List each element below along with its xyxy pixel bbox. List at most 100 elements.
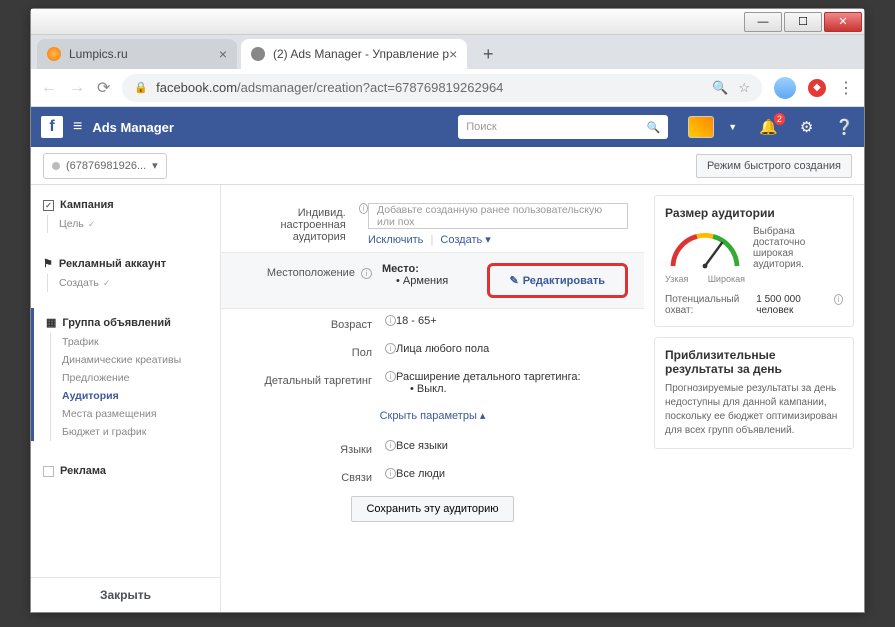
panel-title: Приблизительные результаты за день bbox=[665, 348, 843, 376]
info-icon[interactable]: i bbox=[834, 294, 843, 305]
chevron-down-icon[interactable]: ▼ bbox=[728, 122, 737, 132]
checkbox-icon: ✓ bbox=[43, 200, 54, 211]
favicon-icon bbox=[251, 47, 265, 61]
search-in-url-icon[interactable]: 🔍 bbox=[712, 80, 728, 96]
nav-section-ad[interactable]: . Реклама bbox=[31, 457, 220, 481]
tab-title: Lumpics.ru bbox=[69, 47, 128, 61]
help-icon[interactable]: ❔ bbox=[835, 118, 854, 136]
nav-item-goal[interactable]: Цель bbox=[31, 215, 220, 233]
browser-window: — ☐ ✕ Lumpics.ru × (2) Ads Manager - Упр… bbox=[30, 8, 865, 613]
audience-desc: Выбрана достаточно широкая аудитория. bbox=[753, 226, 843, 284]
nav-item-offer[interactable]: Предложение bbox=[34, 369, 220, 387]
info-icon[interactable]: i bbox=[385, 315, 396, 326]
label-age: Возраст bbox=[237, 315, 382, 331]
nav-forward-icon[interactable]: → bbox=[69, 79, 85, 97]
hamburger-icon[interactable]: ≡ bbox=[73, 118, 82, 136]
audience-size-panel: Размер аудитории bbox=[654, 195, 854, 327]
account-selector[interactable]: (67876981926... ▾ bbox=[43, 153, 167, 179]
search-placeholder: Поиск bbox=[466, 121, 496, 133]
info-icon[interactable]: i bbox=[385, 468, 396, 479]
gear-icon[interactable]: ⚙ bbox=[800, 118, 813, 136]
grid-icon: ▦ bbox=[46, 316, 56, 329]
close-button[interactable]: Закрыть bbox=[31, 577, 220, 612]
status-dot-icon bbox=[52, 162, 60, 170]
row-custom-audience: Индивид. настроенная аудитория i Добавьт… bbox=[221, 197, 644, 252]
account-label: (67876981926... bbox=[66, 160, 146, 172]
profile-avatar-icon[interactable] bbox=[774, 77, 796, 99]
quick-creation-button[interactable]: Режим быстрого создания bbox=[696, 154, 852, 178]
pencil-icon: ✎ bbox=[510, 274, 519, 287]
value-connections: Все люди bbox=[396, 468, 628, 480]
info-icon[interactable]: i bbox=[385, 343, 396, 354]
window-maximize-button[interactable]: ☐ bbox=[784, 12, 822, 32]
nav-section-ad-account[interactable]: ⚑ Рекламный аккаунт bbox=[31, 249, 220, 274]
custom-audience-input[interactable]: Добавьте созданную ранее пользовательску… bbox=[368, 203, 628, 229]
browser-tab[interactable]: Lumpics.ru × bbox=[37, 39, 237, 69]
exclude-link[interactable]: Исключить bbox=[368, 234, 423, 246]
window-titlebar: — ☐ ✕ bbox=[31, 9, 864, 35]
label-detailed: Детальный таргетинг bbox=[237, 371, 382, 387]
fb-header: f ≡ Ads Manager Поиск 🔍 ▼ 🔔2 ⚙ ❔ bbox=[31, 107, 864, 147]
nav-reload-icon[interactable]: ⟳ bbox=[97, 78, 110, 98]
nav-item-dynamic[interactable]: Динамические креативы bbox=[34, 351, 220, 369]
gauge-icon bbox=[665, 230, 745, 270]
account-picture[interactable] bbox=[688, 116, 714, 138]
create-link[interactable]: Создать ▾ bbox=[440, 234, 490, 246]
save-audience-button[interactable]: Сохранить эту аудиторию bbox=[351, 496, 513, 522]
info-icon[interactable]: i bbox=[385, 371, 396, 382]
checkbox-icon: . bbox=[43, 466, 54, 477]
label-connections: Связи bbox=[237, 468, 382, 484]
nav-item-audience[interactable]: Аудитория bbox=[34, 387, 220, 405]
browser-tab-active[interactable]: (2) Ads Manager - Управление р × bbox=[241, 39, 467, 69]
panel-title: Размер аудитории bbox=[665, 206, 843, 220]
nav-item-traffic[interactable]: Трафик bbox=[34, 333, 220, 351]
sub-header: (67876981926... ▾ Режим быстрого создани… bbox=[31, 147, 864, 185]
info-icon[interactable]: i bbox=[361, 268, 372, 279]
new-tab-button[interactable]: + bbox=[475, 41, 501, 67]
nav-section-campaign[interactable]: ✓ Кампания bbox=[31, 191, 220, 215]
left-nav: ✓ Кампания Цель ⚑ Рекламный аккаунт Созд… bbox=[31, 185, 221, 612]
nav-item-budget[interactable]: Бюджет и график bbox=[34, 423, 220, 441]
label-location: Местоположение i bbox=[237, 263, 382, 279]
nav-back-icon[interactable]: ← bbox=[41, 79, 57, 97]
star-icon[interactable]: ☆ bbox=[738, 80, 750, 96]
detailed-title: Расширение детального таргетинга: bbox=[396, 371, 628, 383]
row-gender: Пол i Лица любого пола bbox=[221, 337, 644, 365]
row-connections: Связи i Все люди bbox=[221, 462, 644, 490]
row-languages: Языки i Все языки bbox=[221, 434, 644, 462]
info-icon[interactable]: i bbox=[385, 440, 396, 451]
window-minimize-button[interactable]: — bbox=[744, 12, 782, 32]
audience-links: Исключить | Создать ▾ bbox=[368, 233, 628, 246]
browser-tab-strip: Lumpics.ru × (2) Ads Manager - Управлени… bbox=[31, 35, 864, 69]
extension-icon[interactable]: ◆ bbox=[808, 79, 826, 97]
flag-icon: ⚑ bbox=[43, 257, 53, 270]
hide-params-link[interactable]: Скрыть параметры ▴ bbox=[221, 401, 644, 434]
tab-close-icon[interactable]: × bbox=[449, 46, 457, 62]
row-age: Возраст i 18 - 65+ bbox=[221, 309, 644, 337]
info-icon[interactable]: i bbox=[359, 203, 368, 214]
right-column: Размер аудитории bbox=[644, 185, 864, 612]
label-custom-audience: Индивид. настроенная аудитория bbox=[237, 203, 356, 243]
nav-item-create[interactable]: Создать bbox=[31, 274, 220, 292]
bell-icon[interactable]: 🔔2 bbox=[759, 118, 778, 136]
fb-search-input[interactable]: Поиск 🔍 bbox=[458, 115, 668, 139]
value-gender: Лица любого пола bbox=[396, 343, 628, 355]
url-text: facebook.com/adsmanager/creation?act=678… bbox=[156, 80, 503, 95]
notification-badge: 2 bbox=[774, 113, 785, 125]
label-languages: Языки bbox=[237, 440, 382, 456]
tab-close-icon[interactable]: × bbox=[219, 46, 227, 62]
app-title: Ads Manager bbox=[92, 120, 174, 135]
menu-icon[interactable]: ⋮ bbox=[838, 78, 854, 98]
fb-logo-icon[interactable]: f bbox=[41, 116, 63, 138]
location-title: Место: bbox=[382, 263, 419, 275]
nav-item-placements[interactable]: Места размещения bbox=[34, 405, 220, 423]
window-close-button[interactable]: ✕ bbox=[824, 12, 862, 32]
url-input[interactable]: 🔒 facebook.com/adsmanager/creation?act=6… bbox=[122, 74, 762, 102]
value-age: 18 - 65+ bbox=[396, 315, 628, 327]
edit-location-button[interactable]: ✎ Редактировать bbox=[487, 263, 628, 298]
results-panel: Приблизительные результаты за день Прогн… bbox=[654, 337, 854, 449]
lock-icon: 🔒 bbox=[134, 81, 148, 94]
favicon-icon bbox=[47, 47, 61, 61]
row-detailed: Детальный таргетинг i Расширение детальн… bbox=[221, 365, 644, 401]
nav-section-adset[interactable]: ▦ Группа объявлений bbox=[34, 308, 220, 333]
